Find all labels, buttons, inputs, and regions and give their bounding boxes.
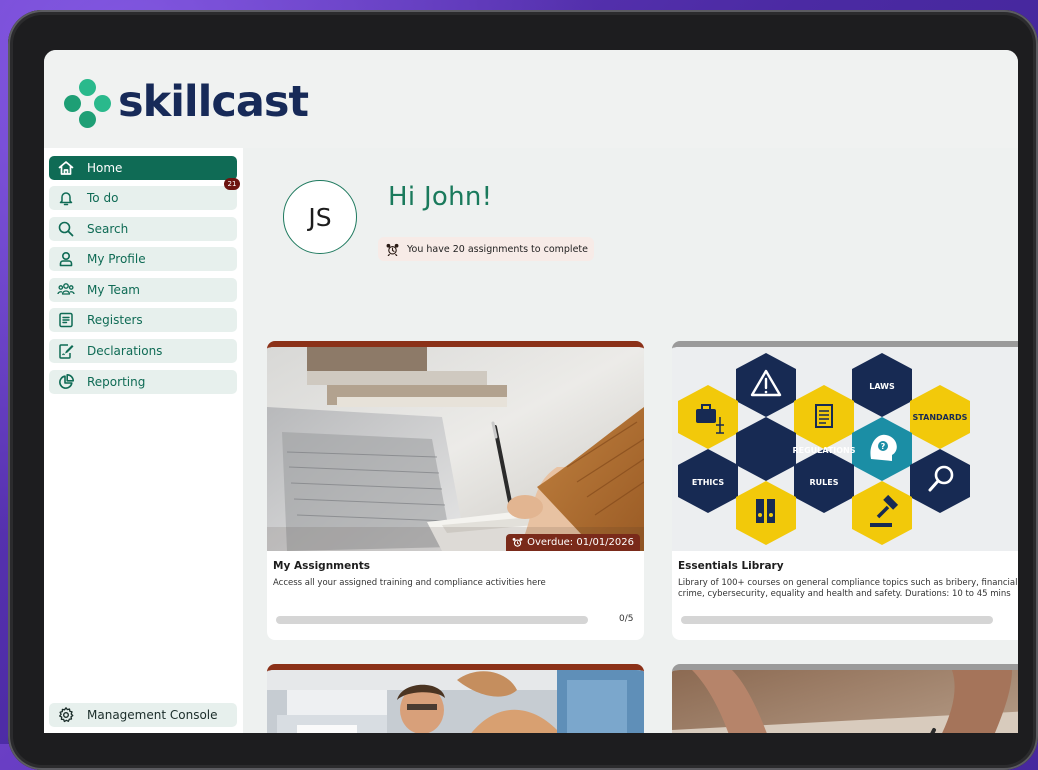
logo-mark-icon: [62, 76, 114, 128]
card-description: Library of 100+ courses on general compl…: [678, 578, 1018, 599]
management-console-button[interactable]: Management Console: [49, 703, 237, 727]
search-icon: [57, 220, 75, 238]
sidebar-item-my-team[interactable]: My Team: [49, 278, 237, 302]
assignments-notice[interactable]: You have 20 assignments to complete: [378, 237, 594, 261]
profile-icon: [57, 250, 75, 268]
declaration-icon: [57, 342, 75, 360]
desk-writing-photo: Overdue: 01/01/2026: [267, 347, 644, 551]
sidebar-item-label: Reporting: [87, 375, 146, 389]
avatar[interactable]: JS: [283, 180, 357, 254]
home-icon: [57, 159, 75, 177]
compliance-hexagons: LAWS STANDARDS REGULATIONS ETHICS RULES: [672, 347, 1018, 551]
team-training-card[interactable]: [267, 664, 644, 733]
progress-count: 0/5: [619, 614, 634, 624]
page-title: Hi John!: [388, 182, 493, 212]
sidebar-item-label: To do: [87, 191, 119, 205]
sidebar-item-label: Registers: [87, 313, 143, 327]
bell-icon: [57, 189, 75, 207]
svg-text:?: ?: [881, 442, 886, 451]
sidebar-item-registers[interactable]: Registers: [49, 308, 237, 332]
office-team-photo: [267, 670, 644, 733]
hex-label-laws: LAWS: [869, 382, 895, 391]
essentials-library-card[interactable]: LAWS STANDARDS REGULATIONS ETHICS RULES: [672, 341, 1018, 640]
sidebar-item-reporting[interactable]: Reporting: [49, 370, 237, 394]
logo-text: skillcast: [118, 76, 309, 127]
sidebar-item-declarations[interactable]: Declarations: [49, 339, 237, 363]
sidebar-item-home[interactable]: Home: [49, 156, 237, 180]
sidebar-item-search[interactable]: Search: [49, 217, 237, 241]
tablet-frame: skillcast Home To do 21 Search My Profil…: [8, 10, 1038, 770]
gear-icon: [57, 706, 75, 724]
my-assignments-card[interactable]: Overdue: 01/01/2026 My Assignments Acces…: [267, 341, 644, 640]
assignments-notice-text: You have 20 assignments to complete: [407, 243, 588, 255]
sidebar-item-label: Home: [87, 161, 123, 175]
hex-label-standards: STANDARDS: [913, 413, 968, 422]
management-console-label: Management Console: [87, 708, 218, 722]
hex-label-regulations: REGULATIONS: [792, 446, 855, 455]
card-description: Access all your assigned training and co…: [273, 578, 546, 588]
register-icon: [57, 311, 75, 329]
app-screen: skillcast Home To do 21 Search My Profil…: [44, 50, 1018, 733]
team-icon: [57, 281, 75, 299]
sidebar-item-label: My Team: [87, 283, 140, 297]
overdue-text: Overdue: 01/01/2026: [527, 537, 634, 548]
sidebar-item-label: My Profile: [87, 252, 146, 266]
hex-label-rules: RULES: [810, 478, 839, 487]
card-title: Essentials Library: [678, 560, 784, 572]
top-bar: skillcast: [44, 50, 1018, 148]
alarm-clock-icon: [386, 243, 399, 256]
todo-count-badge: 21: [224, 178, 240, 190]
chart-icon: [57, 373, 75, 391]
hex-label-ethics: ETHICS: [692, 478, 725, 487]
alarm-clock-icon: [512, 537, 523, 548]
main-content: JS Hi John! You have 20 assignments to c…: [243, 148, 1018, 733]
sidebar-item-label: Search: [87, 222, 129, 236]
sidebar: Home To do 21 Search My Profile My Team …: [44, 148, 243, 733]
progress-bar: [276, 616, 588, 624]
signing-card[interactable]: [672, 664, 1018, 733]
sidebar-item-todo[interactable]: To do 21: [49, 178, 240, 210]
signing-document-photo: [672, 670, 1018, 733]
progress-bar: [681, 616, 993, 624]
overdue-badge: Overdue: 01/01/2026: [506, 534, 640, 551]
card-title: My Assignments: [273, 560, 370, 572]
sidebar-item-my-profile[interactable]: My Profile: [49, 247, 237, 271]
sidebar-item-label: Declarations: [87, 344, 163, 358]
skillcast-logo[interactable]: skillcast: [62, 74, 309, 130]
